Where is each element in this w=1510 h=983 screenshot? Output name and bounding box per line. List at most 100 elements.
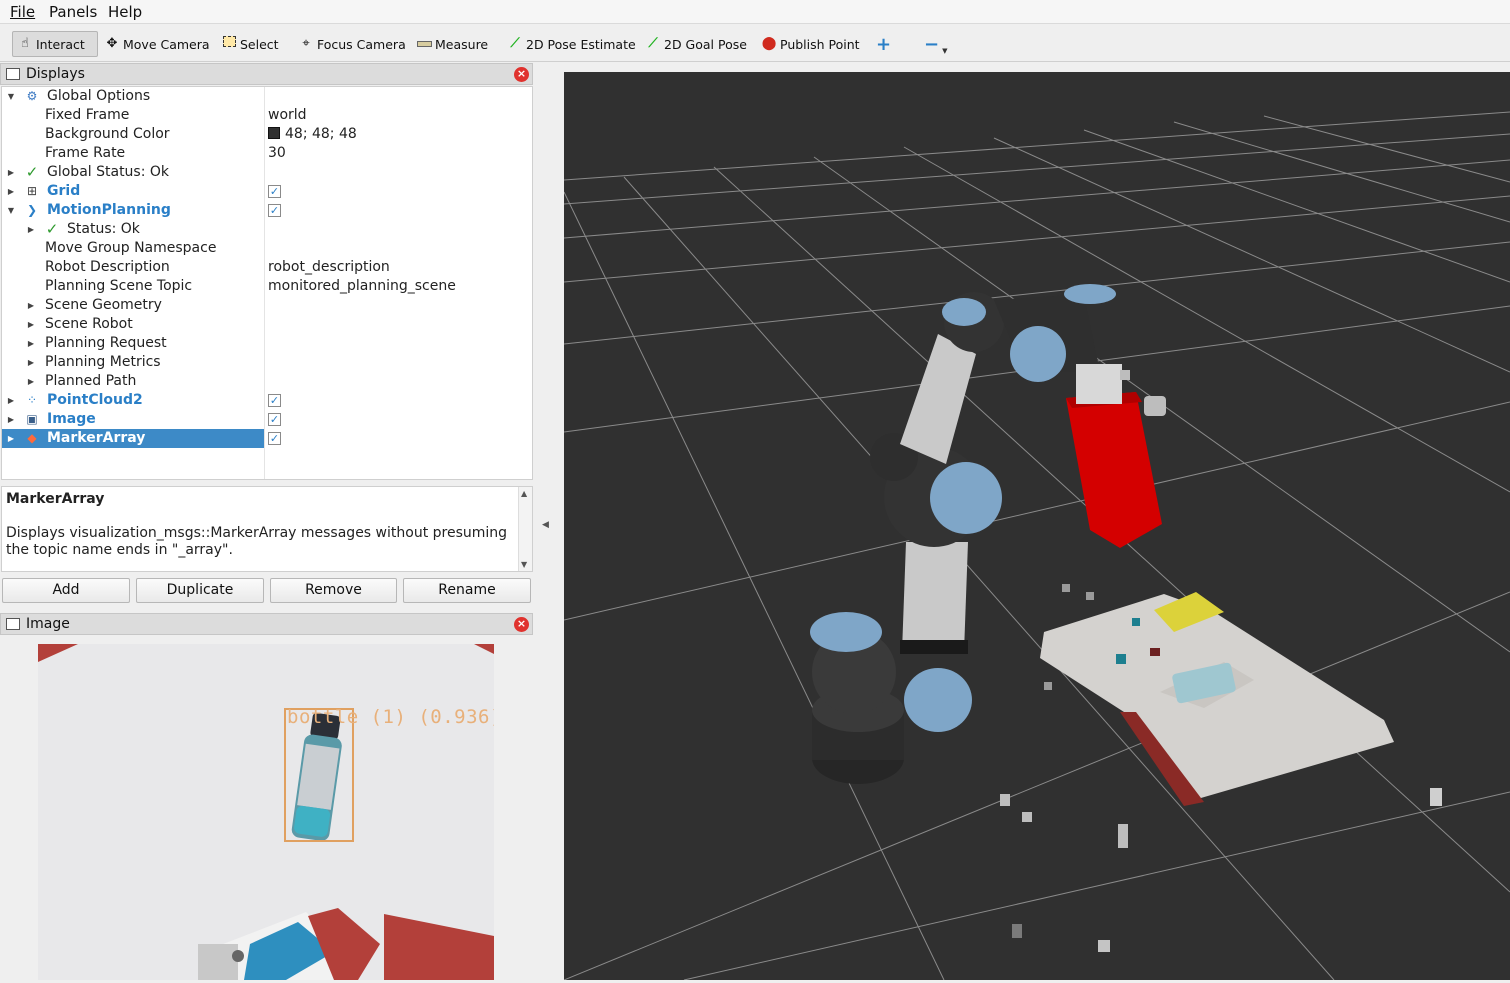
tree-row-scene-geometry[interactable]: ▶ Scene Geometry bbox=[2, 296, 532, 315]
tree-row-image[interactable]: ▶ ▣ Image ✓ bbox=[2, 410, 532, 429]
rename-button[interactable]: Rename bbox=[403, 578, 531, 603]
tree-row-label: Global Options bbox=[47, 88, 151, 104]
menu-panels[interactable]: Panels bbox=[49, 3, 97, 21]
expand-arrow-icon[interactable]: ▶ bbox=[26, 315, 36, 334]
publish-point-tool-button[interactable]: ⬤ Publish Point bbox=[757, 31, 864, 57]
tree-row-label: MarkerArray bbox=[47, 430, 146, 446]
image-enabled-checkbox[interactable]: ✓ bbox=[268, 413, 281, 426]
measure-label: Measure bbox=[435, 36, 489, 52]
tree-row-scene-robot[interactable]: ▶ Scene Robot bbox=[2, 315, 532, 334]
motion-planning-enabled-checkbox[interactable]: ✓ bbox=[268, 204, 281, 217]
planning-scene-topic-value[interactable]: monitored_planning_scene bbox=[268, 277, 456, 296]
plus-icon: + bbox=[876, 33, 892, 55]
image-title-text: Image bbox=[26, 616, 70, 632]
expand-arrow-icon[interactable]: ▼ bbox=[6, 87, 16, 106]
expand-arrow-icon[interactable]: ▶ bbox=[26, 220, 36, 239]
grid-icon: ⊞ bbox=[26, 184, 38, 198]
expand-arrow-icon[interactable]: ▼ bbox=[6, 201, 16, 220]
tree-row-grid[interactable]: ▶ ⊞ Grid ✓ bbox=[2, 182, 532, 201]
scroll-up-icon[interactable]: ▲ bbox=[521, 489, 527, 498]
expand-arrow-icon[interactable]: ▶ bbox=[26, 334, 36, 353]
ruler-icon bbox=[416, 36, 432, 52]
select-tool-button[interactable]: Select bbox=[217, 31, 283, 57]
expand-arrow-icon[interactable]: ▶ bbox=[6, 182, 16, 201]
description-scrollbar[interactable]: ▲ ▼ bbox=[518, 487, 532, 571]
description-body: Displays visualization_msgs::MarkerArray… bbox=[6, 525, 508, 558]
measure-tool-button[interactable]: Measure bbox=[412, 31, 492, 57]
tree-row-label: Robot Description bbox=[45, 259, 170, 275]
tree-row-motion-planning[interactable]: ▼ ❯ MotionPlanning ✓ bbox=[2, 201, 532, 220]
menu-bar: File Panels Help bbox=[0, 0, 1510, 24]
menu-help[interactable]: Help bbox=[108, 3, 142, 21]
tree-row-label: Planning Metrics bbox=[45, 354, 161, 370]
expand-arrow-icon[interactable]: ▶ bbox=[6, 410, 16, 429]
select-label: Select bbox=[240, 36, 279, 52]
tree-row-label: Planning Request bbox=[45, 335, 167, 351]
grid-enabled-checkbox[interactable]: ✓ bbox=[268, 185, 281, 198]
2d-goal-pose-tool-button[interactable]: ⟋ 2D Goal Pose bbox=[641, 31, 751, 57]
select-rectangle-icon bbox=[221, 36, 237, 52]
remove-button[interactable]: Remove bbox=[270, 578, 397, 603]
tree-row-fixed-frame[interactable]: Fixed Frame world bbox=[2, 106, 532, 125]
2d-pose-estimate-label: 2D Pose Estimate bbox=[526, 36, 636, 52]
robot-description-value[interactable]: robot_description bbox=[268, 258, 390, 277]
tree-row-planning-scene-topic[interactable]: Planning Scene Topic monitored_planning_… bbox=[2, 277, 532, 296]
move-camera-tool-button[interactable]: ✥ Move Camera bbox=[100, 31, 214, 57]
color-swatch bbox=[268, 127, 280, 139]
marker-array-icon: ◆ bbox=[27, 431, 37, 445]
tree-row-label: Status: Ok bbox=[67, 221, 140, 237]
scroll-down-icon[interactable]: ▼ bbox=[521, 560, 527, 569]
display-description-box: MarkerArray Displays visualization_msgs:… bbox=[1, 486, 533, 572]
expand-arrow-icon[interactable]: ▶ bbox=[6, 163, 16, 182]
image-panel-title: Image × bbox=[0, 613, 533, 635]
point-cloud-icon: ⁘ bbox=[26, 393, 38, 407]
3d-render-viewport[interactable] bbox=[564, 72, 1510, 980]
2d-pose-estimate-tool-button[interactable]: ⟋ 2D Pose Estimate bbox=[503, 31, 640, 57]
expand-arrow-icon[interactable]: ▶ bbox=[26, 296, 36, 315]
map-pin-icon: ⬤ bbox=[761, 36, 777, 51]
tree-row-global-status[interactable]: ▶ ✓ Global Status: Ok bbox=[2, 163, 532, 182]
add-button[interactable]: Add bbox=[2, 578, 130, 603]
2d-goal-pose-label: 2D Goal Pose bbox=[664, 36, 747, 52]
tree-row-planning-request[interactable]: ▶ Planning Request bbox=[2, 334, 532, 353]
tree-row-global-options[interactable]: ▼ ⚙ Global Options bbox=[2, 87, 532, 106]
tree-row-marker-array[interactable]: ▶ ◆ MarkerArray bbox=[2, 429, 264, 448]
tree-row-planned-path[interactable]: ▶ Planned Path bbox=[2, 372, 532, 391]
close-icon[interactable]: × bbox=[514, 617, 529, 632]
displays-tree: ▼ ⚙ Global Options Fixed Frame world Bac… bbox=[1, 86, 533, 480]
tree-row-frame-rate[interactable]: Frame Rate 30 bbox=[2, 144, 532, 163]
tree-row-planning-metrics[interactable]: ▶ Planning Metrics bbox=[2, 353, 532, 372]
duplicate-button[interactable]: Duplicate bbox=[136, 578, 264, 603]
focus-camera-tool-button[interactable]: ⌖ Focus Camera bbox=[294, 31, 410, 57]
expand-arrow-icon[interactable]: ▶ bbox=[26, 372, 36, 391]
tree-row-label: Fixed Frame bbox=[45, 107, 130, 123]
expand-arrow-icon[interactable]: ▶ bbox=[6, 391, 16, 410]
tree-row-pointcloud2[interactable]: ▶ ⁘ PointCloud2 ✓ bbox=[2, 391, 532, 410]
remove-tool-button[interactable]: − ▼ bbox=[920, 31, 951, 57]
marker-array-enabled-checkbox[interactable]: ✓ bbox=[268, 432, 281, 445]
tree-row-move-group-namespace[interactable]: Move Group Namespace bbox=[2, 239, 532, 258]
close-icon[interactable]: × bbox=[514, 67, 529, 82]
tree-row-background-color[interactable]: Background Color 48; 48; 48 bbox=[2, 125, 532, 144]
collapse-panel-arrow-icon[interactable]: ◀ bbox=[542, 520, 549, 530]
displays-title-text: Displays bbox=[26, 66, 85, 82]
tree-row-status[interactable]: ▶ ✓ Status: Ok bbox=[2, 220, 532, 239]
camera-scene bbox=[38, 644, 494, 980]
expand-arrow-icon[interactable]: ▶ bbox=[26, 353, 36, 372]
displays-panel-title: Displays × bbox=[0, 63, 533, 85]
camera-image-view: bottle (1) (0.936) bbox=[38, 644, 494, 980]
tree-row-label: Scene Geometry bbox=[45, 297, 162, 313]
tree-row-label: Grid bbox=[47, 183, 81, 199]
background-color-value[interactable]: 48; 48; 48 bbox=[268, 125, 357, 144]
green-arrow-icon: ⟋ bbox=[510, 36, 520, 51]
interact-label: Interact bbox=[36, 36, 85, 52]
tree-row-label: MotionPlanning bbox=[47, 202, 171, 218]
interact-tool-button[interactable]: ☝ Interact bbox=[12, 31, 98, 57]
frame-rate-value[interactable]: 30 bbox=[268, 144, 286, 163]
tree-row-robot-description[interactable]: Robot Description robot_description bbox=[2, 258, 532, 277]
expand-arrow-icon[interactable]: ▶ bbox=[6, 429, 16, 448]
menu-file[interactable]: File bbox=[10, 3, 35, 21]
pointcloud2-enabled-checkbox[interactable]: ✓ bbox=[268, 394, 281, 407]
add-tool-button[interactable]: + bbox=[872, 31, 895, 57]
fixed-frame-value[interactable]: world bbox=[268, 106, 307, 125]
